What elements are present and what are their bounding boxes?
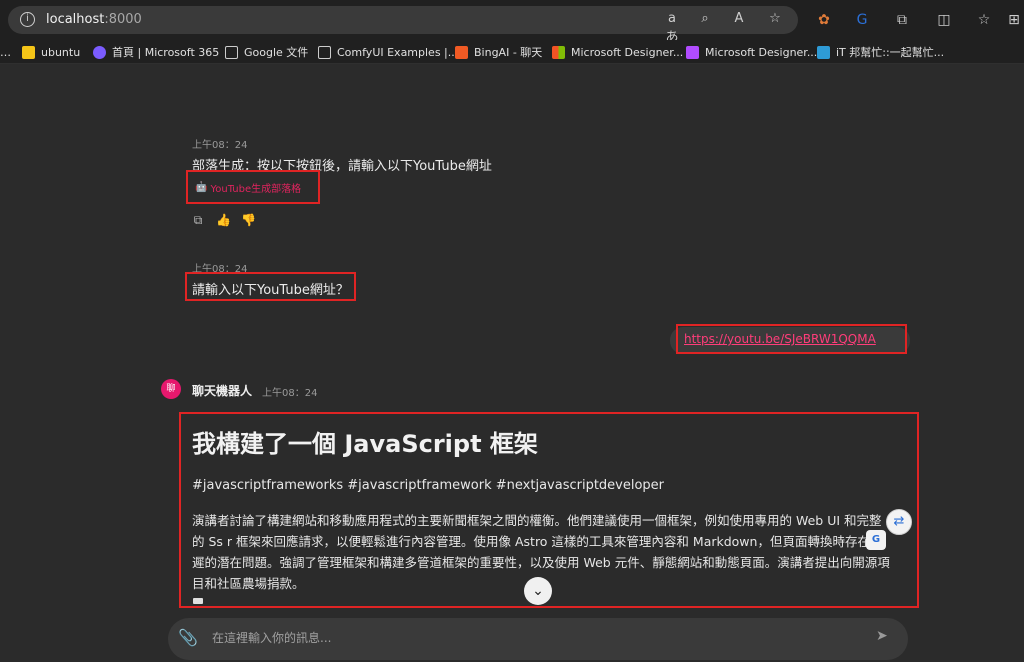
google-translate-icon[interactable]: G xyxy=(866,530,886,550)
designer-icon xyxy=(686,45,699,59)
bookmark-item[interactable]: iT 邦幫忙::一起幫忙... xyxy=(817,44,944,60)
browser-toolbar: i localhost:8000 aあ ⌕ A ☆ ✿ G ⧉ ◫ ☆ ⊞ xyxy=(0,0,1024,45)
file-icon xyxy=(193,598,203,604)
thumbs-up-icon[interactable]: 👍 xyxy=(216,213,231,227)
ithome-icon xyxy=(817,45,830,59)
message-input[interactable] xyxy=(212,628,812,648)
favorites-icon[interactable]: ☆ xyxy=(975,11,993,29)
user-youtube-link[interactable]: https://youtu.be/SJeBRW1QQMA xyxy=(684,332,876,346)
message-timestamp: 上午08：24 xyxy=(262,388,318,399)
extensions-icon[interactable]: ⧉ xyxy=(893,11,911,29)
article-title: 我構建了一個 JavaScript 框架 xyxy=(192,430,538,458)
extension-cookie-icon[interactable]: ✿ xyxy=(815,11,833,29)
youtube-blog-button[interactable]: 🤖 YouTube生成部落格 xyxy=(195,179,301,196)
bookmark-item[interactable]: Google 文件 xyxy=(225,44,308,60)
page-icon xyxy=(318,45,331,59)
bookmarks-bar: … ubuntu 首頁 | Microsoft 365 Google 文件 Co… xyxy=(0,40,1024,64)
robot-icon: 🤖 xyxy=(195,182,208,193)
folder-icon xyxy=(22,45,35,59)
bookmark-item[interactable]: ubuntu xyxy=(22,44,80,60)
bookmark-item[interactable]: 首頁 | Microsoft 365 xyxy=(93,44,219,60)
zoom-icon[interactable]: ⌕ xyxy=(696,11,714,26)
message-timestamp: 上午08：24 xyxy=(192,140,248,151)
bookmark-item[interactable]: Microsoft Designer... xyxy=(686,44,817,60)
send-icon[interactable]: ➤ xyxy=(876,628,888,644)
immersive-reader-icon[interactable]: A xyxy=(730,11,748,26)
article-hashtags: #javascriptframeworks #javascriptframewo… xyxy=(192,478,665,493)
translate-extension-icon[interactable]: G xyxy=(853,11,871,29)
copy-icon[interactable]: ⧉ xyxy=(191,213,205,227)
collections-icon[interactable]: ⊞ xyxy=(1005,11,1023,29)
microsoft-logo-icon xyxy=(552,45,565,59)
thumbs-down-icon[interactable]: 👎 xyxy=(241,213,256,227)
bookmark-item[interactable]: BingAI - 聊天 xyxy=(455,44,542,60)
microsoft365-icon xyxy=(93,45,106,59)
scroll-down-button[interactable]: ⌄ xyxy=(524,577,552,605)
url-text[interactable]: localhost:8000 xyxy=(46,12,142,27)
bookmarks-overflow[interactable]: … xyxy=(0,44,11,60)
address-bar[interactable]: i localhost:8000 aあ ⌕ A ☆ xyxy=(8,6,798,45)
site-info-icon[interactable]: i xyxy=(20,12,35,27)
page-icon xyxy=(225,45,238,59)
favorite-star-icon[interactable]: ☆ xyxy=(766,11,784,26)
bing-icon xyxy=(455,45,468,59)
translate-toggle-icon[interactable]: ⇄ xyxy=(886,509,912,535)
bot-message-text: 請輸入以下YouTube網址？ xyxy=(192,283,349,298)
attach-icon[interactable]: 📎 xyxy=(178,628,198,647)
bookmark-item[interactable]: Microsoft Designer... xyxy=(552,44,683,60)
bookmark-item[interactable]: ComfyUI Examples |... xyxy=(318,44,458,60)
bot-avatar: 聊 xyxy=(161,379,181,399)
split-screen-icon[interactable]: ◫ xyxy=(935,11,953,29)
bot-name: 聊天機器人 xyxy=(192,384,253,398)
